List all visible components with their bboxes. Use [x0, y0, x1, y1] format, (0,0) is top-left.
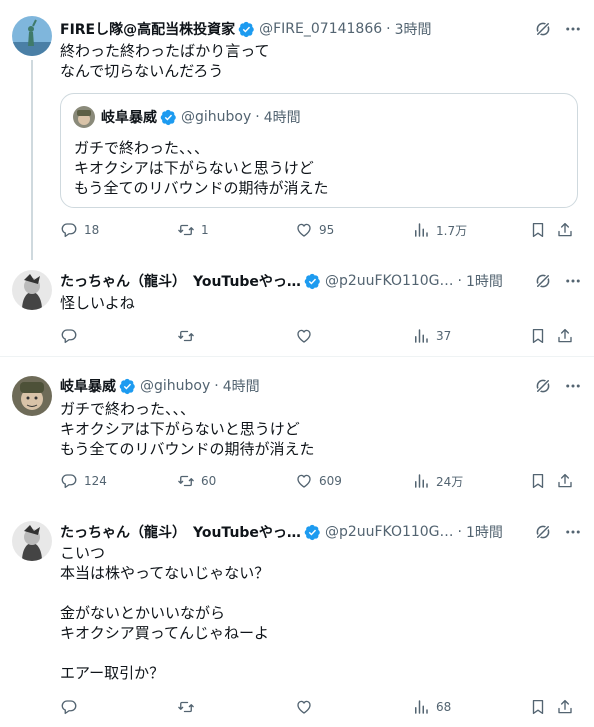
post-fire[interactable]: FIREし隊@高配当株投資家 @FIRE_07141866 · 3時間 終わった…	[0, 0, 594, 262]
post-text: 終わった終わったばかり言って なんで切らないんだろう	[60, 42, 270, 80]
share-button[interactable]	[556, 697, 574, 717]
reply-button[interactable]	[60, 326, 84, 346]
separator-dot: ·	[457, 273, 462, 289]
like-button[interactable]	[295, 697, 319, 717]
views-button[interactable]: 37	[412, 326, 451, 346]
views-count: 37	[436, 329, 452, 343]
avatar[interactable]	[12, 16, 52, 56]
share-button[interactable]	[556, 326, 574, 346]
post-header: たっちゃん（龍斗） YouTubeやっ… @p2uuFKO110G… · 1時間	[60, 271, 534, 291]
quote-author-name: 岐阜暴威	[101, 110, 157, 126]
like-count: 95	[319, 223, 335, 237]
author-handle[interactable]: @FIRE_07141866	[259, 21, 382, 37]
quote-author-handle: @gihuboy	[181, 109, 252, 125]
reply-count: 124	[84, 474, 107, 488]
verified-badge-icon	[160, 109, 177, 126]
more-icon[interactable]	[564, 20, 582, 38]
repost-button[interactable]: 1	[177, 220, 209, 240]
action-bar: 18 1 95 1.7万	[60, 220, 582, 240]
post-reply-tacchan-1[interactable]: たっちゃん（龍斗） YouTubeやっ… @p2uuFKO110G… · 1時間…	[0, 262, 594, 356]
reply-count: 18	[84, 223, 100, 237]
share-button[interactable]	[556, 220, 574, 240]
reply-button[interactable]: 18	[60, 220, 99, 240]
bookmark-button[interactable]	[529, 471, 547, 491]
author-handle[interactable]: @p2uuFKO110G…	[325, 273, 454, 289]
avatar[interactable]	[12, 521, 52, 561]
author-name[interactable]: FIREし隊@高配当株投資家	[60, 19, 235, 39]
separator-dot: ·	[214, 378, 219, 394]
thread-line	[31, 60, 33, 260]
grok-icon[interactable]	[534, 20, 552, 38]
quote-time: 4時間	[263, 110, 301, 126]
repost-count: 60	[201, 474, 217, 488]
grok-icon[interactable]	[534, 377, 552, 395]
separator-dot: ·	[386, 21, 391, 37]
avatar[interactable]	[12, 270, 52, 310]
post-reply-tacchan-2[interactable]: たっちゃん（龍斗） YouTubeやっ… @p2uuFKO110G… · 1時間…	[0, 509, 594, 727]
grok-icon[interactable]	[534, 523, 552, 541]
post-text: ガチで終わった、、、 キオクシアは下がらないと思うけど もう全てのリバウンドの期…	[60, 400, 315, 458]
post-text: こいつ 本当は株やってないじゃない？ 金がないとかいいながら キオクシア買ってん…	[60, 544, 270, 682]
bookmark-button[interactable]	[529, 326, 547, 346]
author-name[interactable]: たっちゃん（龍斗） YouTubeやっ…	[60, 271, 301, 291]
repost-count: 1	[201, 223, 209, 237]
quoted-post[interactable]: 岐阜暴威 @gihuboy · 4時間 ガチで終わった、、、 キオクシアは下がら…	[60, 93, 578, 208]
like-count: 609	[319, 474, 342, 488]
post-header: 岐阜暴威 @gihuboy · 4時間	[60, 376, 534, 396]
quote-header: 岐阜暴威 @gihuboy · 4時間	[73, 106, 301, 128]
separator-dot: ·	[255, 109, 260, 125]
post-time[interactable]: 1時間	[466, 271, 503, 291]
post-time[interactable]: 1時間	[466, 522, 503, 542]
views-count: 1.7万	[436, 223, 468, 238]
like-button[interactable]: 95	[295, 220, 334, 240]
post-text: 怪しいよね	[60, 294, 135, 312]
author-handle[interactable]: @gihuboy	[140, 378, 210, 394]
post-time[interactable]: 4時間	[223, 376, 260, 396]
author-name[interactable]: たっちゃん（龍斗） YouTubeやっ…	[60, 522, 301, 542]
repost-button[interactable]	[177, 326, 201, 346]
views-button[interactable]: 24万	[412, 471, 463, 491]
quote-text: ガチで終わった、、、 キオクシアは下がらないと思うけど もう全てのリバウンドの期…	[74, 139, 329, 197]
post-time[interactable]: 3時間	[395, 19, 432, 39]
post-gihuboy[interactable]: 岐阜暴威 @gihuboy · 4時間 ガチで終わった、、、 キオクシアは下がら…	[0, 357, 594, 509]
views-button[interactable]: 68	[412, 697, 451, 717]
more-icon[interactable]	[564, 272, 582, 290]
bookmark-button[interactable]	[529, 220, 547, 240]
avatar[interactable]	[12, 376, 52, 416]
action-bar: 124 60 609 24万	[60, 471, 582, 491]
verified-badge-icon	[238, 21, 255, 38]
separator-dot: ·	[457, 524, 462, 540]
reply-button[interactable]: 124	[60, 471, 107, 491]
like-button[interactable]: 609	[295, 471, 342, 491]
author-name[interactable]: 岐阜暴威	[60, 376, 116, 396]
repost-button[interactable]: 60	[177, 471, 216, 491]
views-button[interactable]: 1.7万	[412, 220, 467, 240]
repost-button[interactable]	[177, 697, 201, 717]
post-header: FIREし隊@高配当株投資家 @FIRE_07141866 · 3時間	[60, 19, 534, 39]
verified-badge-icon	[304, 273, 321, 290]
author-handle[interactable]: @p2uuFKO110G…	[325, 524, 454, 540]
views-count: 24万	[436, 474, 464, 489]
like-button[interactable]	[295, 326, 319, 346]
more-icon[interactable]	[564, 377, 582, 395]
verified-badge-icon	[304, 524, 321, 541]
action-bar: 68	[60, 697, 582, 717]
more-icon[interactable]	[564, 523, 582, 541]
reply-button[interactable]	[60, 697, 84, 717]
action-bar: 37	[60, 326, 582, 346]
bookmark-button[interactable]	[529, 697, 547, 717]
avatar	[73, 106, 95, 128]
grok-icon[interactable]	[534, 272, 552, 290]
views-count: 68	[436, 700, 452, 714]
share-button[interactable]	[556, 471, 574, 491]
post-header: たっちゃん（龍斗） YouTubeやっ… @p2uuFKO110G… · 1時間	[60, 522, 534, 542]
verified-badge-icon	[119, 378, 136, 395]
